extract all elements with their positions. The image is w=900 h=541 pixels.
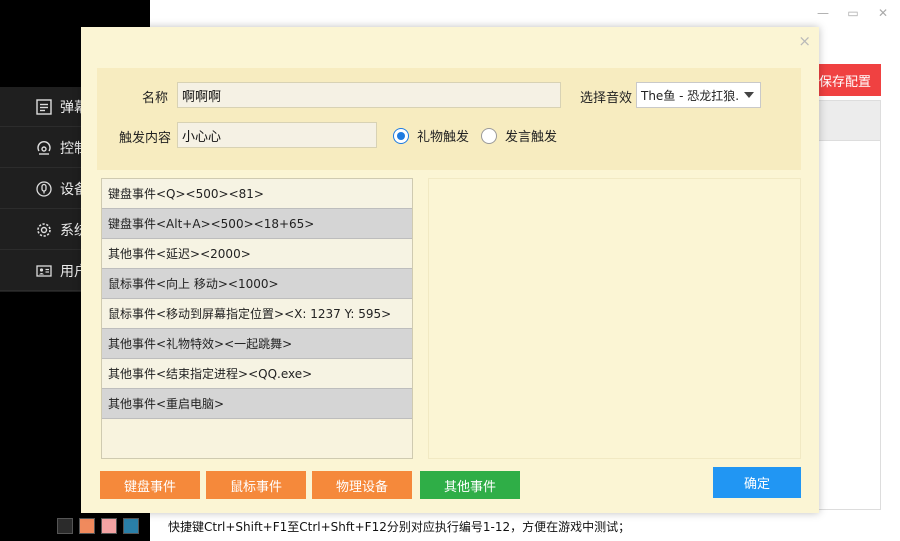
event-detail-panel (428, 178, 801, 459)
name-input[interactable]: 啊啊啊 (177, 82, 561, 108)
list-item[interactable]: 其他事件<礼物特效><一起跳舞> (102, 329, 412, 359)
trigger-content-input[interactable]: 小心心 (177, 122, 377, 148)
background-list-panel (818, 100, 881, 510)
sound-select-value: The鱼 - 恐龙扛狼. (641, 88, 740, 103)
list-item[interactable]: 键盘事件<Q><500><81> (102, 179, 412, 209)
list-item[interactable]: 鼠标事件<移动到屏幕指定位置><X: 1237 Y: 595> (102, 299, 412, 329)
form-section: 名称 啊啊啊 选择音效 The鱼 - 恐龙扛狼. 触发内容 小心心 礼物触发 发… (97, 68, 801, 170)
control-icon (35, 139, 53, 157)
radio-label: 礼物触发 (417, 130, 470, 145)
swatch-pink[interactable] (101, 518, 117, 534)
sound-label: 选择音效 (580, 91, 633, 106)
list-item[interactable]: 鼠标事件<向上 移动><1000> (102, 269, 412, 299)
trigger-content-label: 触发内容 (119, 131, 172, 146)
window-controls: — ▭ ✕ (816, 6, 890, 20)
user-card-icon (35, 262, 53, 280)
confirm-button[interactable]: 确定 (713, 467, 801, 498)
radio-speech-trigger[interactable]: 发言触发 (481, 126, 557, 145)
list-item[interactable]: 其他事件<重启电脑> (102, 389, 412, 419)
color-swatches (57, 518, 139, 534)
maximize-icon[interactable]: ▭ (846, 6, 860, 20)
minimize-icon[interactable]: — (816, 6, 830, 20)
mouse-event-button[interactable]: 鼠标事件 (206, 471, 306, 499)
microphone-icon (35, 180, 53, 198)
physical-device-button[interactable]: 物理设备 (312, 471, 412, 499)
name-label: 名称 (142, 91, 169, 106)
swatch-dark[interactable] (57, 518, 73, 534)
radio-gift-trigger[interactable]: 礼物触发 (393, 126, 469, 145)
close-icon[interactable]: × (798, 32, 811, 50)
radio-checked-icon (393, 127, 409, 144)
event-config-dialog: × 名称 啊啊啊 选择音效 The鱼 - 恐龙扛狼. 触发内容 小心心 礼物触发… (81, 27, 819, 513)
list-item[interactable]: 其他事件<结束指定进程><QQ.exe> (102, 359, 412, 389)
radio-label: 发言触发 (505, 130, 558, 145)
chevron-down-icon (744, 92, 754, 98)
close-icon[interactable]: ✕ (876, 6, 890, 20)
keyboard-event-button[interactable]: 键盘事件 (100, 471, 200, 499)
other-event-button[interactable]: 其他事件 (420, 471, 520, 499)
shortcut-hint: 快捷键Ctrl+Shift+F1至Ctrl+Shft+F12分别对应执行编号1-… (168, 520, 631, 534)
list-item[interactable]: 其他事件<延迟><2000> (102, 239, 412, 269)
swatch-orange[interactable] (79, 518, 95, 534)
sound-select[interactable]: The鱼 - 恐龙扛狼. (636, 82, 761, 108)
swatch-blue[interactable] (123, 518, 139, 534)
list-item[interactable]: 键盘事件<Alt+A><500><18+65> (102, 209, 412, 239)
list-icon (35, 98, 53, 116)
radio-unchecked-icon (481, 127, 497, 144)
event-list[interactable]: 键盘事件<Q><500><81> 键盘事件<Alt+A><500><18+65>… (101, 178, 413, 459)
gear-icon (35, 221, 53, 239)
